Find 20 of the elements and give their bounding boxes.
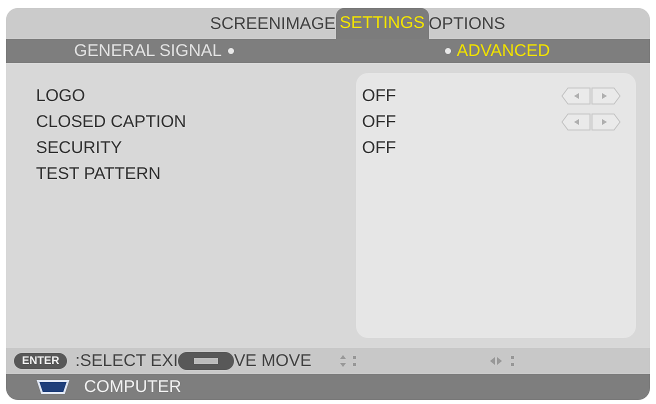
menu-tab[interactable]: SETTINGS (336, 8, 429, 39)
left-right-arrows-icon[interactable] (560, 86, 622, 104)
hint-text: VE MOVE (234, 351, 312, 371)
setting-label: CLOSED CAPTION (36, 111, 188, 132)
setting-label: LOGO (36, 85, 86, 106)
menu-tab[interactable]: SCREEN (210, 13, 281, 39)
enter-key: ENTER (14, 353, 68, 369)
setting-value: OFF (362, 86, 396, 106)
subtab[interactable]: GENERAL SIGNAL (74, 41, 238, 61)
setting-value: OFF (362, 112, 396, 132)
menu-tab[interactable]: OPTIONS (428, 13, 506, 39)
left-right-arrows-icon[interactable] (560, 112, 622, 130)
hint-text: :SELECT EXI (75, 351, 178, 371)
source-name: COMPUTER (84, 377, 182, 397)
vga-port-icon (36, 379, 70, 395)
setting-label: TEST PATTERN (36, 163, 162, 184)
setting-value: OFF (362, 138, 396, 158)
menu-tab[interactable]: IMAGE (280, 13, 336, 39)
key-badge-icon (178, 351, 234, 371)
setting-label: SECURITY (36, 137, 123, 158)
